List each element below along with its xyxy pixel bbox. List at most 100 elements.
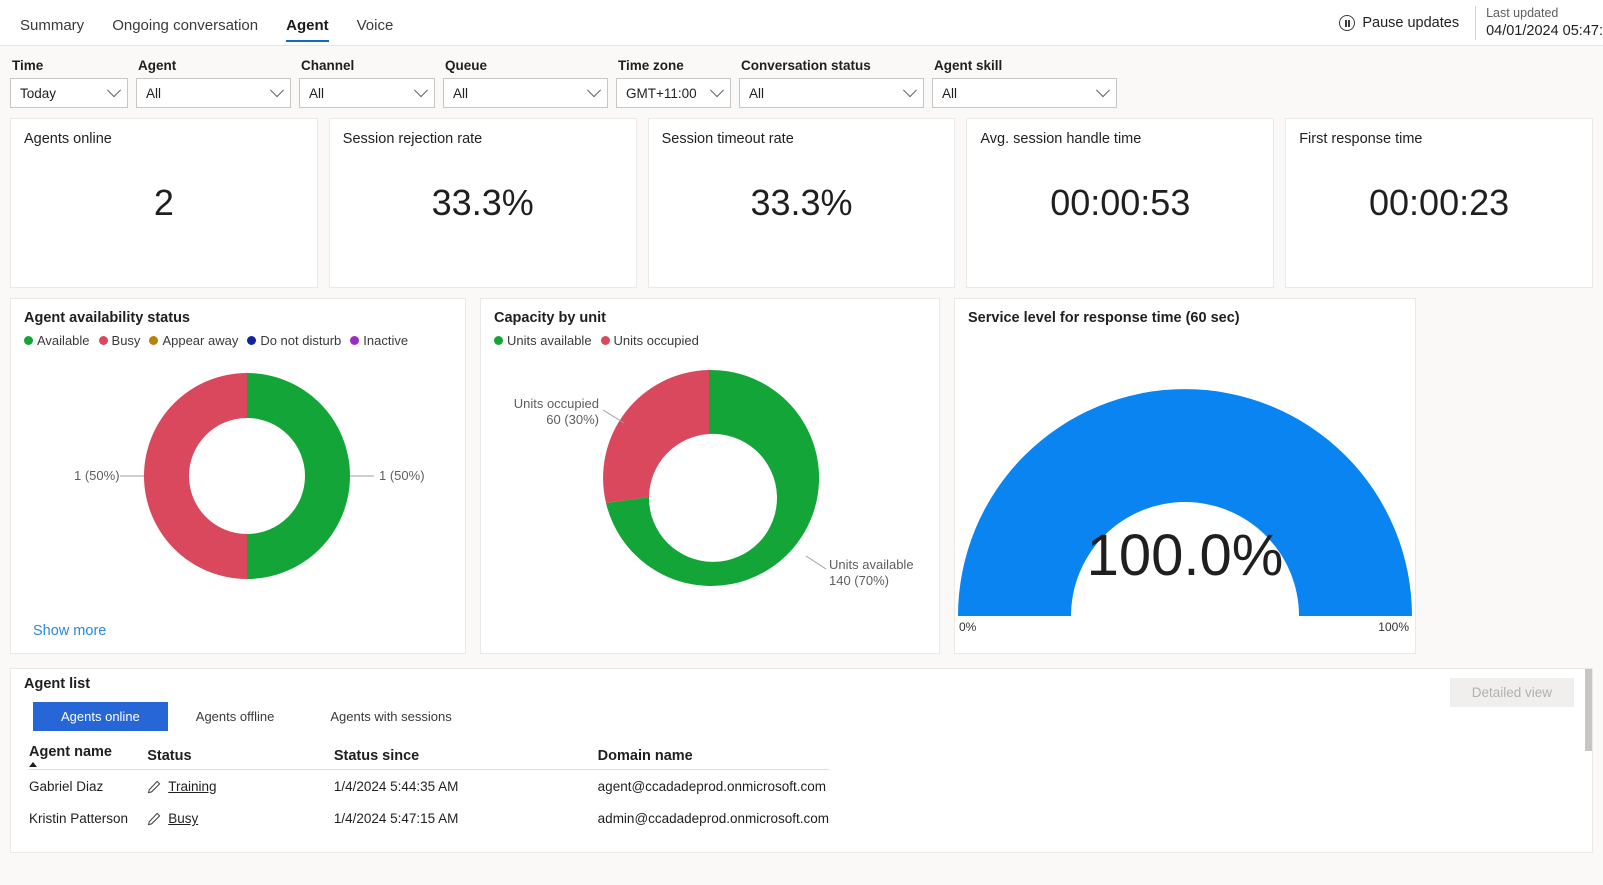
gauge-max-label: 100% bbox=[1378, 620, 1409, 634]
legend-item[interactable]: Busy bbox=[98, 333, 140, 348]
kpi-card-session-rejection-rate: Session rejection rate 33.3% bbox=[328, 118, 637, 288]
column-header-status-since[interactable]: Status since bbox=[334, 744, 598, 770]
top-navigation-bar: Summary Ongoing conversation Agent Voice… bbox=[0, 0, 1603, 46]
chart-card-agent-availability-status: Agent availability status Available Busy… bbox=[10, 298, 466, 654]
filter-time-zone-label: Time zone bbox=[618, 58, 684, 73]
gauge-min-label: 0% bbox=[959, 620, 977, 634]
edit-pencil-icon[interactable] bbox=[147, 780, 161, 794]
legend-label: Do not disturb bbox=[260, 333, 342, 348]
donut-slice-available bbox=[247, 373, 350, 579]
pivot-agents-online[interactable]: Agents online bbox=[33, 702, 168, 731]
legend-item[interactable]: Units occupied bbox=[600, 333, 699, 348]
kpi-title: Session rejection rate bbox=[342, 131, 483, 147]
vertical-scrollbar[interactable] bbox=[1585, 669, 1592, 751]
tab-agent-label: Agent bbox=[286, 17, 329, 34]
cell-agent-name: Kristin Patterson bbox=[29, 811, 129, 826]
cell-domain-name: admin@ccadadeprod.onmicrosoft.com bbox=[597, 811, 829, 826]
filter-bar: Time Today Agent All Channel All Queue A… bbox=[0, 46, 1603, 118]
cell-status-since: 1/4/2024 5:44:35 AM bbox=[333, 779, 459, 794]
last-updated-label: Last updated bbox=[1486, 5, 1559, 20]
table-row[interactable]: Kristin Patterson Busy 1/4/2024 5:47:15 … bbox=[29, 802, 829, 834]
donut-chart-capacity-by-unit[interactable]: Units occupied 60 (30%) Units available 14… bbox=[481, 348, 939, 638]
last-updated-value: 04/01/2024 05:47: bbox=[1486, 22, 1603, 39]
filter-time-zone-value: GMT+11:00 bbox=[626, 85, 697, 101]
legend-item[interactable]: Do not disturb bbox=[247, 333, 341, 348]
tab-ongoing-conversation[interactable]: Ongoing conversation bbox=[98, 18, 272, 45]
filter-queue-label: Queue bbox=[445, 58, 488, 73]
pause-icon bbox=[1339, 15, 1356, 31]
legend-label: Appear away bbox=[162, 333, 239, 348]
chart-title: Service level for response time (60 sec) bbox=[968, 310, 1240, 326]
pivot-agents-with-sessions[interactable]: Agents with sessions bbox=[302, 702, 479, 731]
pause-updates-label: Pause updates bbox=[1362, 15, 1460, 31]
kpi-card-avg-session-handle-time: Avg. session handle time 00:00:53 bbox=[966, 118, 1275, 288]
cell-status-since: 1/4/2024 5:47:15 AM bbox=[333, 811, 459, 826]
kpi-title: Avg. session handle time bbox=[980, 131, 1142, 147]
column-header-status-label: Status bbox=[147, 747, 192, 764]
filter-queue: Queue All bbox=[443, 58, 608, 108]
status-cell: Busy bbox=[147, 811, 334, 826]
leader-line-available bbox=[805, 555, 827, 570]
agent-list-pivot-group: Agents online Agents offline Agents with… bbox=[11, 692, 1592, 731]
cell-status: Training bbox=[147, 770, 334, 803]
filter-agent-skill-dropdown[interactable]: All bbox=[932, 78, 1117, 108]
filter-time-value: Today bbox=[20, 85, 57, 101]
pivot-agents-online-label: Agents online bbox=[61, 709, 140, 724]
legend-label: Units available bbox=[507, 333, 592, 348]
filter-queue-dropdown[interactable]: All bbox=[443, 78, 608, 108]
column-header-domain-name[interactable]: Domain name bbox=[598, 744, 829, 770]
chevron-down-icon bbox=[586, 83, 602, 98]
agent-list-table-body: Gabriel Diaz Training 1/4/2024 5:44:35 A… bbox=[29, 770, 829, 835]
legend-item[interactable]: Inactive bbox=[350, 333, 408, 348]
donut-slice-units-occupied bbox=[603, 370, 709, 503]
filter-conversation-status-dropdown[interactable]: All bbox=[739, 78, 924, 108]
filter-time-zone-dropdown[interactable]: GMT+11:00 bbox=[616, 78, 731, 108]
status-link[interactable]: Busy bbox=[168, 811, 198, 826]
agent-list-card: Agent list Agents online Agents offline … bbox=[10, 668, 1593, 853]
column-header-status[interactable]: Status bbox=[147, 744, 334, 770]
legend-item[interactable]: Units available bbox=[494, 333, 592, 348]
pivot-agents-with-sessions-label: Agents with sessions bbox=[330, 709, 452, 724]
detailed-view-button[interactable]: Detailed view bbox=[1449, 678, 1574, 707]
donut-chart-agent-availability[interactable]: 1 (50%) 1 (50%) bbox=[11, 348, 465, 588]
filter-time: Time Today bbox=[10, 58, 128, 108]
legend-color-swatch bbox=[494, 336, 503, 345]
filter-channel-label: Channel bbox=[301, 58, 355, 73]
tab-agent[interactable]: Agent bbox=[272, 18, 343, 45]
cell-domain-name: agent@ccadadeprod.onmicrosoft.com bbox=[597, 779, 826, 794]
cell-status: Busy bbox=[147, 802, 334, 834]
donut-label-units-occupied: Units occupied 60 (30%) bbox=[503, 396, 599, 429]
pause-updates-button[interactable]: Pause updates bbox=[1339, 15, 1475, 31]
legend-color-swatch bbox=[247, 336, 257, 345]
filter-agent-label: Agent bbox=[138, 58, 177, 73]
tab-summary[interactable]: Summary bbox=[6, 18, 98, 45]
legend-label: Units occupied bbox=[613, 333, 699, 348]
tab-voice[interactable]: Voice bbox=[343, 18, 408, 45]
legend-color-swatch bbox=[98, 336, 108, 345]
legend-item[interactable]: Available bbox=[24, 333, 90, 348]
column-header-agent-name[interactable]: Agent name bbox=[29, 744, 147, 770]
gauge-chart-service-level[interactable]: 100.0% 0% 100% bbox=[955, 326, 1415, 646]
chart-title: Capacity by unit bbox=[494, 310, 606, 326]
show-more-link[interactable]: Show more bbox=[33, 623, 106, 639]
edit-pencil-icon[interactable] bbox=[147, 812, 161, 826]
legend-label: Available bbox=[37, 333, 90, 348]
legend-item[interactable]: Appear away bbox=[149, 333, 238, 348]
table-row[interactable]: Gabriel Diaz Training 1/4/2024 5:44:35 A… bbox=[29, 770, 829, 803]
chevron-down-icon bbox=[902, 83, 918, 98]
donut-label-units-available: Units available 140 (70%) bbox=[829, 557, 914, 590]
pivot-agents-offline[interactable]: Agents offline bbox=[168, 702, 303, 731]
status-link[interactable]: Training bbox=[168, 779, 216, 794]
chart-card-capacity-by-unit: Capacity by unit Units available Units o… bbox=[480, 298, 940, 654]
chevron-down-icon bbox=[106, 83, 122, 98]
agent-list-table-head: Agent name Status Status since Domain na… bbox=[29, 744, 829, 770]
tab-summary-label: Summary bbox=[20, 17, 85, 34]
legend-color-swatch bbox=[149, 336, 159, 345]
filter-agent-dropdown[interactable]: All bbox=[136, 78, 291, 108]
filter-agent-skill-value: All bbox=[942, 85, 958, 101]
filter-channel-dropdown[interactable]: All bbox=[299, 78, 435, 108]
donut-label-units-occupied-line1: Units occupied bbox=[513, 396, 599, 411]
filter-time-dropdown[interactable]: Today bbox=[10, 78, 128, 108]
donut-svg bbox=[602, 369, 827, 586]
chevron-down-icon bbox=[413, 83, 429, 98]
